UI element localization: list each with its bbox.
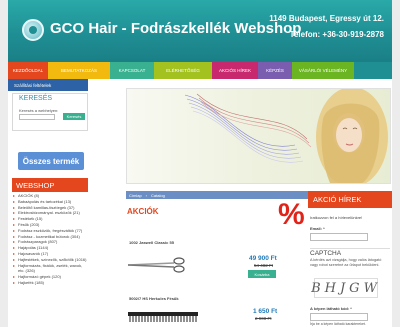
main-nav: Kezdőoldal Bemutatkozás Kapcsolat Elérhe… [8,62,392,79]
add-to-cart-button[interactable]: Kosárba [248,270,276,278]
offers-news-heading: AKCIÓ HÍREK [308,191,392,208]
nav-item-reviews[interactable]: Vásárlói vélemény [292,62,354,79]
nav-item-availability[interactable]: Elérhetőség [154,62,212,79]
webshop-heading: WEBSHOP [12,178,88,192]
nav-item-offers-news[interactable]: Akciós hírek [212,62,258,79]
hero-banner-image [184,89,388,183]
captcha-label: A képen látható kód: * [310,306,352,311]
search-title: KERESÉS [19,95,53,102]
nav-filler [354,62,392,79]
site-frame: GCO Hair - Fodrászkellék Webshop 1149 Bu… [8,0,392,327]
search-label: Keresés a webhelyen: [19,108,59,113]
product-old-price: 2 908 Ft [255,316,272,321]
captcha-description: A kérdés azt vizsgálja, hogy valós látog… [310,258,382,267]
search-box: KERESÉS Keresés a webhelyen: Keresés [12,93,88,131]
newsletter-text: Iratkozzon fel a hírlevelünkre! [310,215,363,220]
logo-icon[interactable] [22,19,44,41]
breadcrumb-separator: › [145,192,148,198]
nav-item-home[interactable]: Kezdőoldal [8,62,48,79]
product-price: 49 900 Ft [249,255,277,262]
search-input[interactable] [19,114,55,120]
nav-item-shipping[interactable]: Szállítási feltételek [8,79,88,91]
nav-item-about[interactable]: Bemutatkozás [48,62,110,79]
captcha-hint: Írja be a képen látható karaktereket. [310,322,366,326]
category-list: AKCIÓK (8) Babaápolás és tartozékai (13)… [12,193,88,286]
search-button[interactable]: Keresés [63,113,85,120]
percent-badge-icon: % [278,198,305,231]
email-field[interactable] [310,233,368,241]
offers-title: AKCIÓK [127,207,159,216]
site-header: GCO Hair - Fodrászkellék Webshop 1149 Bu… [8,0,392,62]
all-products-button[interactable]: Összes termék [18,152,84,170]
comb-image[interactable] [128,312,198,322]
contact-address: 1149 Budapest, Egressy út 12. [269,14,384,23]
product-price: 1 650 Ft [253,308,278,315]
contact-phone: Telefon: +36-30-919-2878 [289,30,384,39]
nav-item-training[interactable]: Képzés [258,62,292,79]
category-item[interactable]: Hajkefék (185) [12,280,88,286]
page: GCO Hair - Fodrászkellék Webshop 1149 Bu… [0,0,400,327]
product-old-price: 54 482 Ft [254,263,274,268]
product-name[interactable]: 5002/7 HS Herkules Fésűk [129,296,179,301]
breadcrumb-home[interactable]: Címlap [129,193,142,198]
nav-item-contact[interactable]: Kapcsolat [110,62,154,79]
breadcrumb-catalog[interactable]: Catalog [151,193,165,198]
product-name[interactable]: 1002 Jaswell Classic 55 [129,240,174,245]
captcha-heading: CAPTCHA [310,248,390,257]
site-title[interactable]: GCO Hair - Fodrászkellék Webshop [50,20,301,37]
category-item[interactable]: Hajformázás, fixálók, zselék, waxok, etc… [12,263,88,275]
hero-banner[interactable] [126,88,391,184]
captcha-input[interactable] [310,313,368,321]
scissors-image[interactable] [126,255,190,275]
captcha-image: BHJGW [311,278,378,298]
email-label: Email: * [310,226,325,231]
